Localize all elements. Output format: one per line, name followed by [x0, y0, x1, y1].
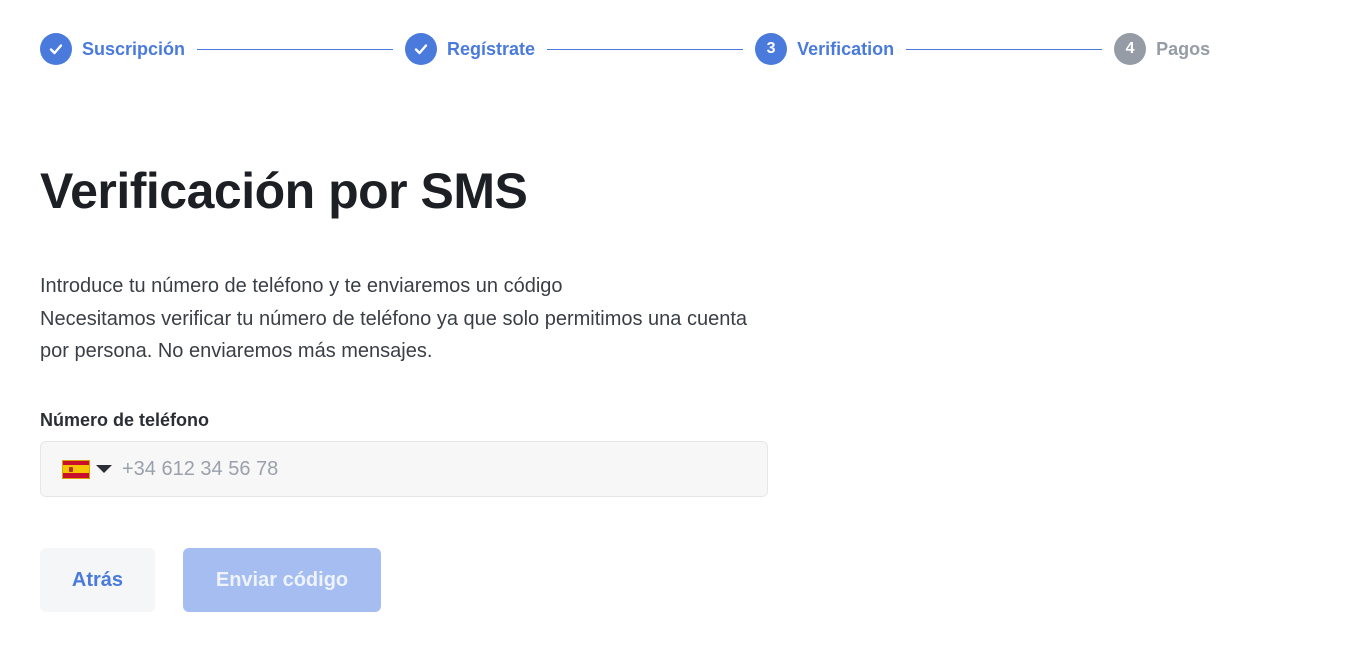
step-suscripcion[interactable]: Suscripción	[40, 33, 185, 65]
page-title: Verificación por SMS	[40, 163, 528, 219]
step-verification: 3 Verification	[755, 33, 894, 65]
progress-stepper: Suscripción Regístrate 3 Verification 4 …	[40, 33, 1210, 65]
check-icon	[405, 33, 438, 65]
phone-field	[40, 441, 768, 497]
step-label: Suscripción	[82, 38, 186, 59]
step-number: 3	[755, 33, 788, 65]
chevron-down-icon[interactable]	[96, 465, 112, 473]
send-code-button[interactable]: Enviar código	[183, 548, 381, 612]
description-line-1: Introduce tu número de teléfono y te env…	[40, 275, 563, 297]
step-registrate[interactable]: Regístrate	[405, 33, 535, 65]
spain-flag-icon[interactable]	[62, 459, 90, 479]
step-pagos: 4 Pagos	[1114, 33, 1210, 65]
step-label: Regístrate	[447, 38, 536, 59]
step-label: Verification	[797, 38, 895, 59]
page-description: Introduce tu número de teléfono y te env…	[40, 270, 780, 368]
phone-input[interactable]	[122, 449, 722, 489]
step-connector	[906, 48, 1103, 50]
phone-label: Número de teléfono	[40, 410, 210, 430]
description-line-2: Necesitamos verificar tu número de teléf…	[40, 307, 748, 363]
back-button[interactable]: Atrás	[40, 548, 155, 612]
check-icon	[40, 33, 72, 65]
step-connector	[197, 48, 394, 50]
step-label: Pagos	[1156, 38, 1211, 59]
step-number: 4	[1114, 33, 1147, 65]
step-connector	[547, 48, 744, 50]
